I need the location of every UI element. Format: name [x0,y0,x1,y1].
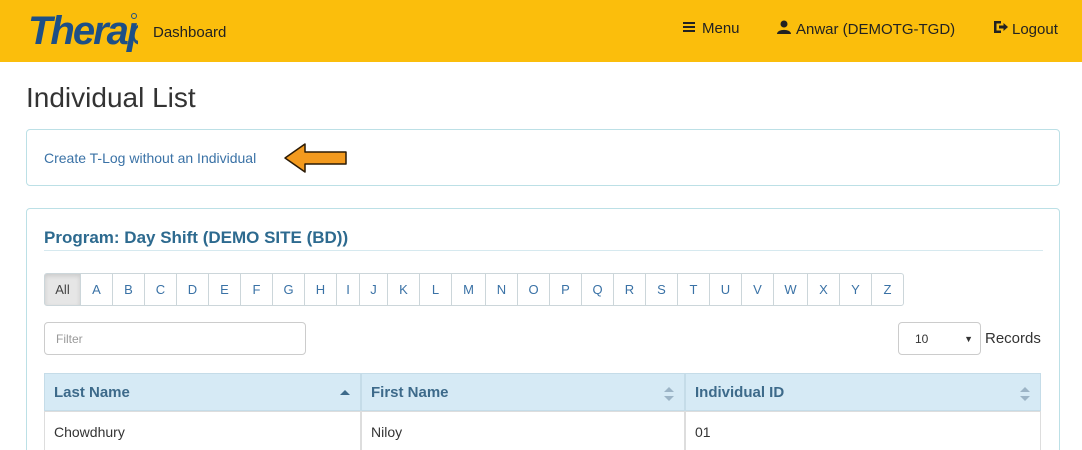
column-header-individual-id[interactable]: Individual ID [685,373,1041,411]
records-per-page-select[interactable]: 10 ▼ [898,322,981,355]
letter-filter-o[interactable]: O [517,273,550,306]
letter-filter-all[interactable]: All [44,273,81,306]
column-header-first-name[interactable]: First Name [361,373,685,411]
divider [44,250,1043,251]
alphabet-filter: All A B C D E F G H I J K L M N O P Q R S T U V W X Y Z [44,273,904,306]
letter-filter-i[interactable]: I [336,273,360,306]
dashboard-link[interactable]: Dashboard [153,24,226,41]
therap-logo[interactable]: Therap [26,6,138,52]
column-label: Individual ID [695,384,785,401]
letter-filter-m[interactable]: M [451,273,486,306]
letter-filter-t[interactable]: T [677,273,710,306]
letter-filter-f[interactable]: F [240,273,273,306]
records-label: Records [985,330,1041,347]
user-label: Anwar (DEMOTG-TGD) [796,20,956,38]
program-panel: Program: Day Shift (DEMO SITE (BD)) All A… [26,208,1060,450]
pointer-arrow-icon [284,143,347,173]
column-header-last-name[interactable]: Last Name [44,373,361,411]
letter-filter-d[interactable]: D [176,273,209,306]
hamburger-icon [683,20,695,37]
letter-filter-z[interactable]: Z [871,273,904,306]
filter-placeholder: Filter [56,331,83,346]
user-menu[interactable]: Anwar (DEMOTG-TGD) [777,20,955,38]
sort-both-icon [664,386,674,406]
column-label: Last Name [54,384,130,401]
sort-asc-icon [340,386,350,404]
menu-label: Menu [702,20,740,37]
table-cell-last-name[interactable]: Chowdhury [44,411,361,450]
caret-down-icon: ▼ [964,334,973,344]
letter-filter-e[interactable]: E [208,273,241,306]
table-cell-first-name: Niloy [361,411,685,450]
letter-filter-h[interactable]: H [304,273,337,306]
menu-button[interactable]: Menu [683,20,740,37]
program-title: Program: Day Shift (DEMO SITE (BD)) [44,228,349,247]
tlog-panel: Create T-Log without an Individual [26,129,1060,186]
letter-filter-x[interactable]: X [807,273,840,306]
logout-icon [993,20,1009,38]
letter-filter-y[interactable]: Y [839,273,872,306]
page-title: Individual List [26,82,196,113]
letter-filter-s[interactable]: S [645,273,678,306]
letter-filter-w[interactable]: W [773,273,808,306]
sort-both-icon [1020,386,1030,406]
letter-filter-k[interactable]: K [387,273,420,306]
letter-filter-p[interactable]: P [549,273,582,306]
letter-filter-n[interactable]: N [485,273,518,306]
column-label: First Name [371,384,449,401]
letter-filter-b[interactable]: B [112,273,145,306]
letter-filter-r[interactable]: R [613,273,646,306]
letter-filter-q[interactable]: Q [581,273,614,306]
letter-filter-u[interactable]: U [709,273,742,306]
letter-filter-v[interactable]: V [741,273,774,306]
user-icon [777,20,791,38]
letter-filter-a[interactable]: A [80,273,113,306]
letter-filter-g[interactable]: G [272,273,305,306]
letter-filter-c[interactable]: C [144,273,177,306]
top-navbar: Therap Dashboard Menu Anwar (DEMOTG-TGD)… [0,0,1082,62]
filter-input[interactable]: Filter [44,322,306,355]
create-tlog-link[interactable]: Create T-Log without an Individual [44,150,256,166]
table-cell-individual-id: 01 [685,411,1041,450]
logout-label: Logout [1012,20,1058,38]
records-value: 10 [915,331,929,346]
logout-button[interactable]: Logout [993,20,1058,38]
svg-text:Therap: Therap [28,9,138,52]
letter-filter-j[interactable]: J [359,273,388,306]
letter-filter-l[interactable]: L [419,273,452,306]
